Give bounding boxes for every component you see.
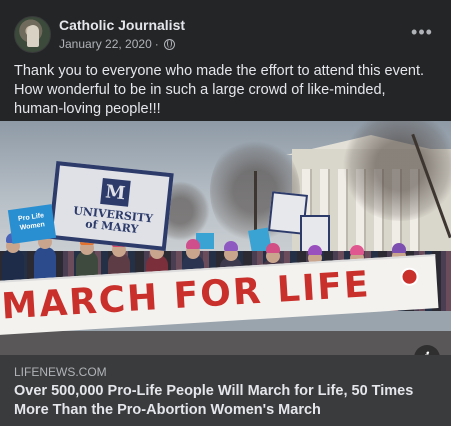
author-name[interactable]: Catholic Journalist — [59, 17, 185, 33]
post-meta: January 22, 2020 · — [59, 37, 175, 51]
post-text: Thank you to everyone who made the effor… — [14, 63, 425, 117]
post-card: Catholic Journalist January 22, 2020 · •… — [0, 0, 451, 426]
avatar-figure — [27, 25, 39, 47]
marcher-hat — [392, 243, 406, 253]
pro-life-women-sign: Pro Life Women — [7, 204, 57, 244]
post-header: Catholic Journalist January 22, 2020 · •… — [14, 16, 438, 56]
marcher-hat — [186, 239, 200, 249]
university-of-mary-sign: M UNIVERSITY of MARY — [48, 161, 174, 251]
marcher-hat — [350, 245, 364, 255]
street — [0, 331, 451, 355]
marcher-hat — [266, 243, 280, 253]
more-horizontal-icon[interactable]: ••• — [410, 22, 434, 42]
post-date[interactable]: January 22, 2020 — [59, 37, 152, 51]
university-sign-text: UNIVERSITY of MARY — [61, 204, 163, 238]
rose-logo-icon — [399, 267, 420, 287]
link-domain: LIFENEWS.COM — [14, 365, 107, 379]
author-avatar[interactable] — [14, 16, 51, 53]
link-title[interactable]: Over 500,000 Pro-Life People Will March … — [14, 382, 438, 420]
marcher-hat — [308, 245, 322, 255]
globe-icon[interactable] — [163, 38, 175, 50]
post-photo[interactable]: M UNIVERSITY of MARY Pro Life Women MARC… — [0, 121, 451, 355]
link-preview[interactable]: LIFENEWS.COM Over 500,000 Pro-Life Peopl… — [0, 355, 451, 426]
marcher-hat — [224, 241, 238, 251]
university-logo-icon: M — [100, 177, 131, 207]
date-separator: · — [154, 37, 159, 51]
